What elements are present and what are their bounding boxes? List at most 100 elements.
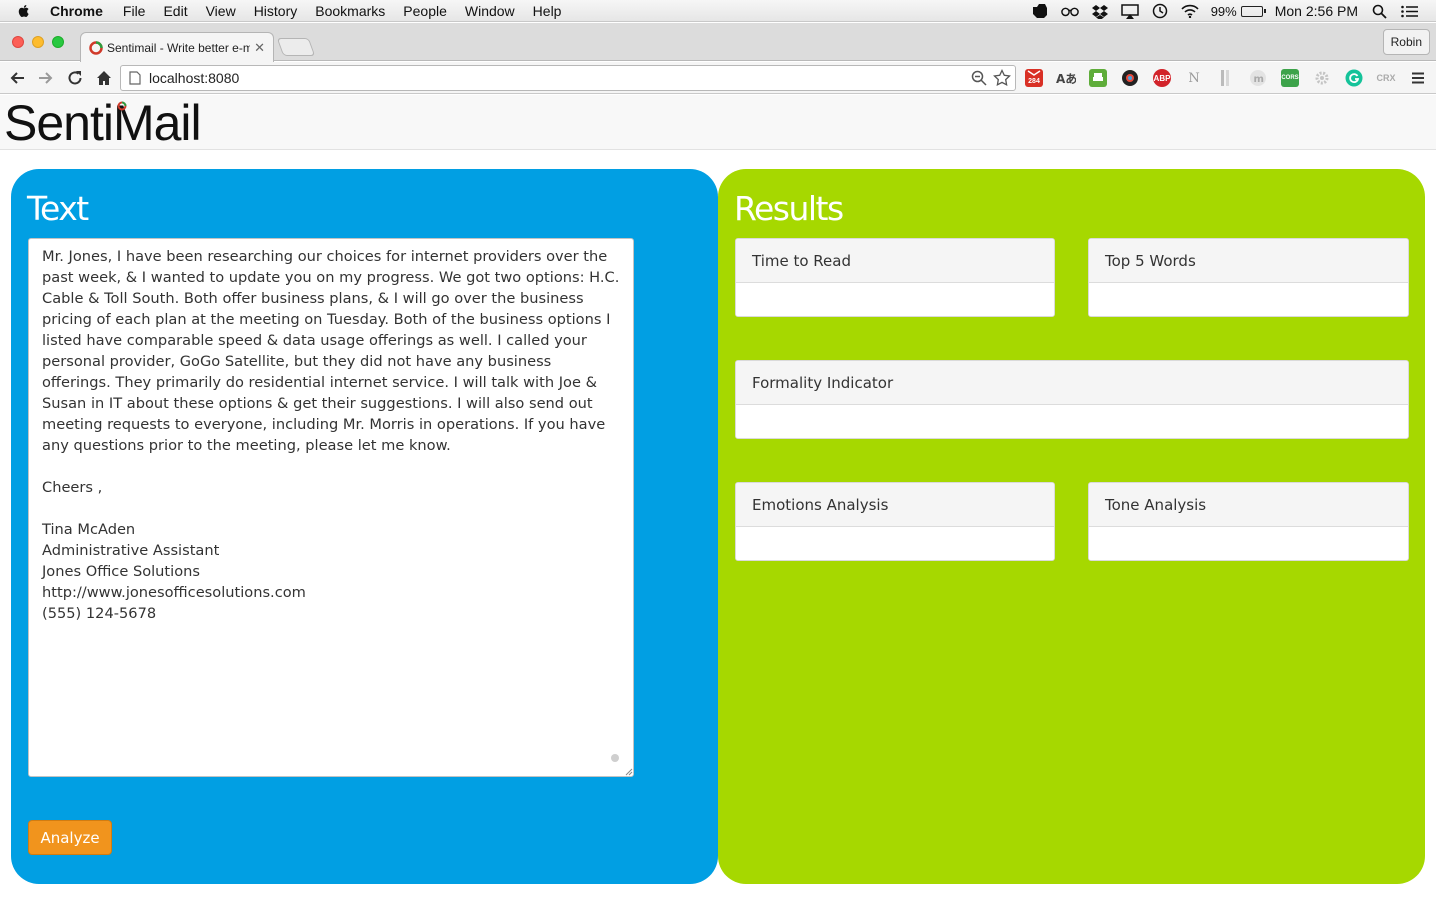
- formality-result: [736, 405, 1408, 438]
- results-panel: Results Time to Read Top 5 Words Formali…: [718, 169, 1425, 884]
- notion-icon: N: [1188, 70, 1200, 86]
- analyze-button[interactable]: Analyze: [28, 820, 112, 855]
- url-text[interactable]: localhost:8080: [149, 70, 971, 86]
- adblock-extension[interactable]: ABP: [1150, 66, 1174, 90]
- m-circle-icon: m: [1250, 70, 1266, 86]
- back-button[interactable]: [5, 66, 29, 90]
- home-button[interactable]: [92, 66, 116, 90]
- tab-title: Sentimail - Write better e-m: [107, 40, 251, 55]
- card-heading: Emotions Analysis: [736, 483, 1054, 527]
- hamburger-menu-icon: [1412, 72, 1424, 84]
- browser-toolbar: localhost:8080 284 Aあ ABP N m CORS CRX: [0, 62, 1436, 94]
- window-controls: [12, 36, 64, 48]
- chrome-menu-button[interactable]: [1406, 66, 1430, 90]
- menu-edit[interactable]: Edit: [163, 3, 187, 19]
- color-wheel-icon: [1122, 70, 1138, 86]
- extensions-row: 284 Aあ ABP N m CORS CRX: [1022, 66, 1430, 90]
- cors-extension[interactable]: CORS: [1278, 66, 1302, 90]
- printer-icon: [1093, 73, 1103, 81]
- zoom-window-button[interactable]: [52, 36, 64, 48]
- evernote-icon[interactable]: [1031, 3, 1049, 19]
- battery-percent: 99%: [1210, 3, 1237, 19]
- dropbox-icon[interactable]: [1091, 3, 1109, 19]
- adblock-icon: ABP: [1153, 69, 1171, 87]
- clock[interactable]: Mon 2:56 PM: [1275, 3, 1358, 19]
- battery-indicator[interactable]: 99%: [1210, 3, 1266, 19]
- time-to-read-result: [736, 283, 1054, 316]
- gear-icon: [1315, 71, 1329, 85]
- arrow-left-icon: [10, 71, 24, 84]
- svg-text:m: m: [1254, 74, 1264, 85]
- grammarly-extension[interactable]: [1342, 66, 1366, 90]
- gmail-unread-badge: 284: [1028, 78, 1040, 85]
- print-extension[interactable]: [1086, 66, 1110, 90]
- sentimail-logo[interactable]: SentiMail: [4, 95, 202, 151]
- emotions-card: Emotions Analysis: [735, 482, 1055, 561]
- menu-window[interactable]: Window: [465, 3, 515, 19]
- menu-view[interactable]: View: [206, 3, 236, 19]
- forward-button[interactable]: [34, 66, 58, 90]
- menu-app-name[interactable]: Chrome: [50, 3, 103, 19]
- sentimail-favicon-icon: [89, 40, 103, 55]
- airplay-icon[interactable]: [1120, 3, 1139, 19]
- minimize-window-button[interactable]: [32, 36, 44, 48]
- battery-icon: [1240, 5, 1266, 17]
- card-heading: Time to Read: [736, 239, 1054, 283]
- menu-help[interactable]: Help: [533, 3, 562, 19]
- menu-file[interactable]: File: [123, 3, 146, 19]
- readability-extension[interactable]: [1214, 66, 1238, 90]
- textarea-status-dot: [611, 754, 619, 762]
- menu-bookmarks[interactable]: Bookmarks: [315, 3, 385, 19]
- home-icon: [97, 70, 111, 85]
- top-words-result: [1089, 283, 1408, 316]
- svg-text:Aあ: Aあ: [1056, 72, 1076, 86]
- new-tab-button[interactable]: [276, 38, 316, 56]
- m-extension[interactable]: m: [1246, 66, 1270, 90]
- card-heading: Formality Indicator: [736, 361, 1408, 405]
- close-window-button[interactable]: [12, 36, 24, 48]
- reload-button[interactable]: [63, 66, 87, 90]
- crx-icon: CRX: [1376, 73, 1396, 83]
- apple-icon[interactable]: [16, 3, 32, 19]
- tone-result: [1089, 527, 1408, 560]
- card-heading: Tone Analysis: [1089, 483, 1408, 527]
- menu-history[interactable]: History: [254, 3, 298, 19]
- grammarly-icon: [1345, 69, 1363, 87]
- card-heading: Top 5 Words: [1089, 239, 1408, 283]
- spotlight-search-icon[interactable]: [1370, 3, 1388, 19]
- wifi-icon[interactable]: [1181, 3, 1199, 19]
- browser-tab-strip: Sentimail - Write better e-m ✕ Robin: [0, 23, 1436, 62]
- tone-card: Tone Analysis: [1088, 482, 1409, 561]
- bars-icon: [1221, 70, 1229, 86]
- notification-center-icon[interactable]: [1400, 3, 1418, 19]
- arrow-right-icon: [39, 71, 53, 84]
- cors-icon: CORS: [1281, 69, 1299, 87]
- bookmark-star-icon[interactable]: [993, 69, 1011, 87]
- emotions-result: [736, 527, 1054, 560]
- macos-menubar: Chrome File Edit View History Bookmarks …: [0, 0, 1436, 22]
- menu-people[interactable]: People: [403, 3, 447, 19]
- logo-accent-icon: [117, 101, 127, 111]
- settings-extension[interactable]: [1310, 66, 1334, 90]
- formality-card: Formality Indicator: [735, 360, 1409, 439]
- page-icon: [129, 71, 141, 85]
- time-machine-icon[interactable]: [1151, 3, 1169, 19]
- translate-extension[interactable]: Aあ: [1054, 66, 1078, 90]
- translate-icon: Aあ: [1056, 72, 1076, 86]
- address-bar[interactable]: localhost:8080: [120, 65, 1016, 91]
- notion-extension[interactable]: N: [1182, 66, 1206, 90]
- gmail-extension[interactable]: 284: [1022, 66, 1046, 90]
- glasses-icon[interactable]: [1060, 3, 1079, 19]
- resize-handle-icon[interactable]: [623, 766, 633, 776]
- zoom-icon[interactable]: [971, 70, 987, 86]
- app-header: SentiMail: [0, 95, 1436, 151]
- crx-extension[interactable]: CRX: [1374, 66, 1398, 90]
- reload-icon: [68, 70, 82, 84]
- tab-close-icon[interactable]: ✕: [254, 40, 265, 56]
- text-panel-title: Text: [27, 189, 89, 228]
- color-picker-extension[interactable]: [1118, 66, 1142, 90]
- email-textarea[interactable]: Mr. Jones, I have been researching our c…: [28, 238, 634, 777]
- status-area: 99% Mon 2:56 PM: [1031, 0, 1418, 22]
- browser-tab-active[interactable]: Sentimail - Write better e-m ✕: [80, 32, 274, 62]
- profile-button[interactable]: Robin: [1382, 29, 1430, 55]
